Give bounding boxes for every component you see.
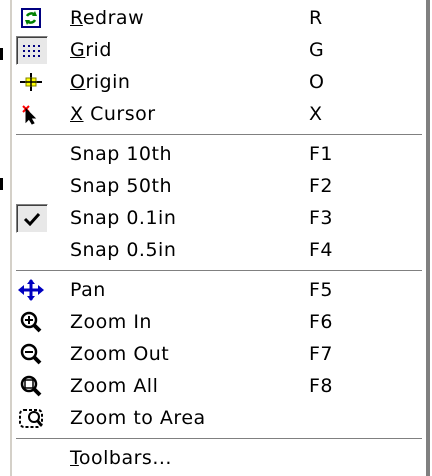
shortcut-label: F2 [309,175,334,197]
redraw-icon [16,4,46,31]
menu-item-label: Zoom All [70,375,159,397]
menu-item-label: Snap 10th [70,143,173,165]
shortcut-label: F4 [309,239,334,261]
shortcut-label: F1 [309,143,334,165]
menu-item-zoom-to-area[interactable]: Zoom to Area [12,403,426,433]
menu-item-origin[interactable]: Origin O [12,67,426,97]
grid-icon [16,36,48,65]
menu-item-grid[interactable]: Grid G [12,35,426,65]
menu-item-zoom-all[interactable]: Zoom All F8 [12,371,426,401]
menu-item-pan[interactable]: Pan F5 [12,275,426,305]
menu-item-label: Snap 0.1in [70,207,177,229]
pan-icon [16,276,46,303]
zoom-all-icon [16,372,46,399]
menu-item-label: Snap 0.5in [70,239,177,261]
menu-item-redraw[interactable]: Redraw R [12,3,426,33]
menu-item-label: X Cursor [70,103,156,125]
menu-item-snap-10th[interactable]: Snap 10th F1 [12,139,426,169]
shortcut-label: F8 [309,375,334,397]
zoom-to-area-icon [16,404,46,431]
menu-item-snap-0-5in[interactable]: Snap 0.5in F4 [12,235,426,265]
shortcut-label: F3 [309,207,334,229]
menu-item-label: Toolbars... [70,447,172,469]
context-menu: Redraw R Grid G Origin O X Cursor X Snap… [10,0,430,476]
menu-item-snap-50th[interactable]: Snap 50th F2 [12,171,426,201]
menu-separator [16,134,422,136]
checkmark-icon [16,204,48,233]
menu-item-label: Zoom In [70,311,152,333]
shortcut-label: F7 [309,343,334,365]
menu-item-label: Pan [70,279,106,301]
menu-item-snap-0-1in[interactable]: Snap 0.1in F3 [12,203,426,233]
shortcut-label: X [309,103,323,125]
menu-separator [16,438,422,440]
shortcut-label: F6 [309,311,334,333]
shortcut-label: R [309,7,323,29]
zoom-in-icon [16,308,46,335]
menu-item-zoom-in[interactable]: Zoom In F6 [12,307,426,337]
shortcut-label: O [309,71,325,93]
shortcut-label: F5 [309,279,334,301]
shortcut-label: G [309,39,325,61]
menu-item-label: Redraw [70,7,145,29]
zoom-out-icon [16,340,46,367]
x-cursor-icon [16,100,46,127]
menu-item-label: Grid [70,39,112,61]
background-window-edge [0,178,3,190]
background-window-edge [0,48,3,60]
menu-item-label: Zoom to Area [70,407,206,429]
menu-item-label: Origin [70,71,131,93]
menu-item-label: Zoom Out [70,343,170,365]
menu-item-label: Snap 50th [70,175,173,197]
menu-item-zoom-out[interactable]: Zoom Out F7 [12,339,426,369]
origin-icon [16,68,46,95]
menu-item-toolbars[interactable]: Toolbars... [12,443,426,473]
menu-item-x-cursor[interactable]: X Cursor X [12,99,426,129]
menu-separator [16,270,422,272]
